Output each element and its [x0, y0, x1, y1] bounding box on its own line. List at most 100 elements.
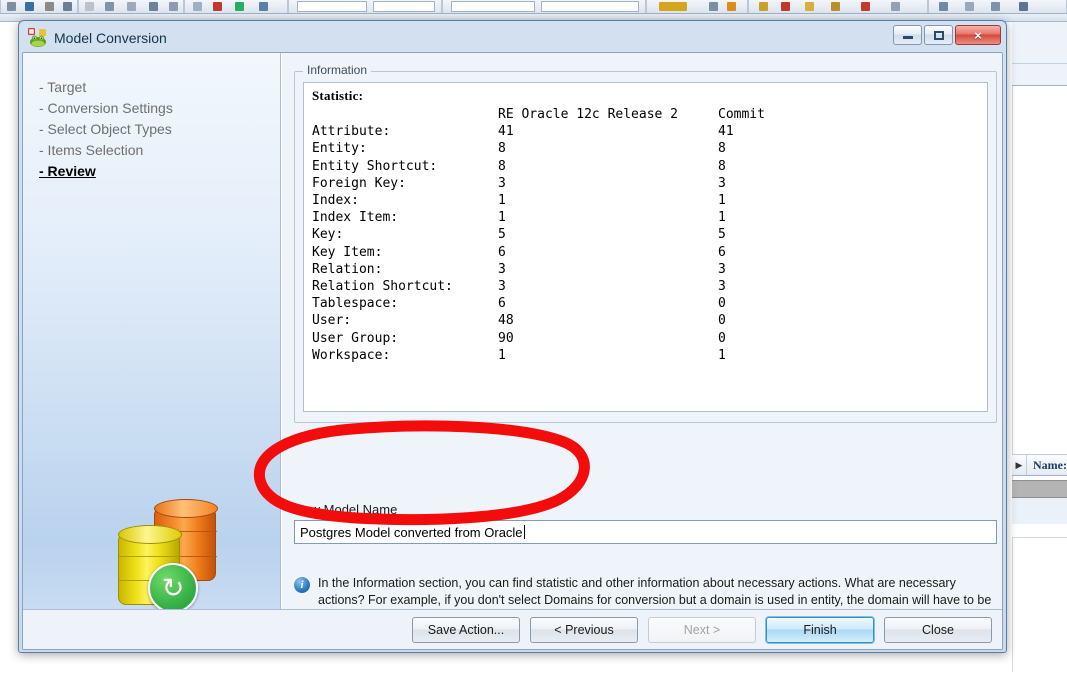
wizard-sidebar: - Target - Conversion Settings - Select … — [23, 53, 281, 613]
toolbar-icon[interactable] — [759, 2, 768, 11]
toolbar-icon[interactable] — [709, 2, 718, 11]
toolbar-icon[interactable] — [213, 2, 222, 11]
table-row: Foreign Key: 3 3 — [312, 175, 987, 192]
row-label: Key: — [312, 227, 344, 243]
table-row: Key Item: 6 6 — [312, 244, 987, 261]
row-commit: 6 — [718, 244, 726, 260]
model-conversion-dialog: Model Conversion × - Target - Conversion… — [18, 20, 1007, 653]
right-panel-row[interactable] — [1012, 498, 1067, 524]
new-model-name-value: Postgres Model converted from Oracle — [300, 524, 523, 540]
sidebar-item-conversion-settings[interactable]: - Conversion Settings — [39, 98, 280, 119]
dialog-client-area: - Target - Conversion Settings - Select … — [22, 52, 1003, 650]
sidebar-item-review[interactable]: - Review — [39, 161, 280, 182]
row-label: Attribute: — [312, 124, 391, 140]
toolbar-icon[interactable] — [259, 2, 268, 11]
table-row: Entity: 8 8 — [312, 140, 987, 157]
toolbar-field[interactable] — [541, 1, 639, 12]
toolbar-group[interactable] — [0, 0, 78, 13]
row-commit: 3 — [718, 175, 726, 191]
right-panel-section-second — [1012, 64, 1067, 86]
save-action-button[interactable]: Save Action... — [412, 617, 520, 643]
toolbar-icon[interactable] — [805, 2, 814, 11]
sidebar-item-select-object-types[interactable]: - Select Object Types — [39, 119, 280, 140]
row-commit: 0 — [718, 313, 726, 329]
close-button[interactable]: Close — [884, 617, 992, 643]
toolbar-field[interactable] — [451, 1, 535, 12]
statistic-panel[interactable]: Statistic: RE Oracle 12c Release 2 Commi… — [303, 82, 988, 412]
row-label: Relation Shortcut: — [312, 279, 453, 295]
table-row: User: 48 0 — [312, 312, 987, 329]
row-commit: 0 — [718, 296, 726, 312]
row-source: 3 — [498, 175, 506, 191]
toolbar-icon[interactable] — [63, 2, 72, 11]
toolbar-icon[interactable] — [7, 2, 16, 11]
next-button: Next > — [648, 617, 756, 643]
row-label: Relation: — [312, 261, 383, 277]
toolbar-icon[interactable] — [781, 2, 790, 11]
row-source: 1 — [498, 193, 506, 209]
row-commit: 5 — [718, 227, 726, 243]
toolbar-icon[interactable] — [149, 2, 158, 11]
toolbar-group[interactable] — [442, 0, 646, 13]
minimize-icon — [902, 36, 913, 39]
right-panel-column-header[interactable]: ▶ Name: — [1012, 454, 1067, 476]
minimize-button[interactable] — [893, 25, 922, 45]
previous-button[interactable]: < Previous — [530, 617, 638, 643]
table-row: Relation: 3 3 — [312, 261, 987, 278]
toolbar-icon[interactable] — [991, 2, 1000, 11]
toolbar-icon[interactable] — [1019, 2, 1028, 11]
toolbar-icon[interactable] — [891, 2, 900, 11]
toolbar-icon[interactable] — [85, 2, 94, 11]
row-label: Index Item: — [312, 210, 399, 226]
toolbar-icon[interactable] — [127, 2, 136, 11]
toolbar-icon[interactable] — [965, 2, 974, 11]
finish-button[interactable]: Finish — [765, 616, 875, 644]
toolbar-icon[interactable] — [659, 2, 687, 11]
statistic-table: RE Oracle 12c Release 2 Commit Attribute… — [312, 106, 987, 364]
expand-arrow-icon[interactable]: ▶ — [1012, 455, 1028, 475]
toolbar-group[interactable] — [288, 0, 442, 13]
toolbar-field[interactable] — [373, 1, 435, 12]
toolbar-icon[interactable] — [861, 2, 870, 11]
toolbar-icon[interactable] — [939, 2, 948, 11]
row-source: 1 — [498, 210, 506, 226]
toolbar-group[interactable] — [78, 0, 184, 13]
sync-refresh-icon: ↻ — [148, 563, 198, 613]
toolbar-icon[interactable] — [193, 2, 202, 11]
new-model-name-input[interactable]: Postgres Model converted from Oracle — [294, 520, 997, 544]
toolbar-group[interactable] — [646, 0, 748, 13]
toolbar-group[interactable] — [928, 0, 1067, 13]
row-source: 3 — [498, 279, 506, 295]
right-panel-row[interactable] — [1012, 524, 1067, 538]
toolbar-icon[interactable] — [727, 2, 736, 11]
sidebar-item-items-selection[interactable]: - Items Selection — [39, 140, 280, 161]
table-row: Tablespace: 6 0 — [312, 295, 987, 312]
toolbar-group[interactable] — [184, 0, 288, 13]
maximize-button[interactable] — [924, 25, 953, 45]
toolbar-icon[interactable] — [169, 2, 178, 11]
toolbar-group[interactable] — [748, 0, 928, 13]
row-label: Workspace: — [312, 347, 391, 363]
wizard-content-panel: Information Statistic: RE Oracle 12c Rel… — [282, 53, 1002, 623]
label-part-before: New M — [294, 502, 335, 517]
toolbar-icon[interactable] — [25, 2, 34, 11]
right-panel-selected-row[interactable] — [1012, 480, 1067, 498]
statistic-title: Statistic: — [312, 88, 364, 103]
toad-frog-icon — [28, 28, 48, 48]
toolbar-icon[interactable] — [105, 2, 114, 11]
table-row: Relation Shortcut: 3 3 — [312, 278, 987, 295]
toolbar-icon[interactable] — [235, 2, 244, 11]
column-header-name: Name: — [1033, 457, 1067, 472]
row-commit: 3 — [718, 279, 726, 295]
row-commit: 8 — [718, 141, 726, 157]
row-commit: 1 — [718, 193, 726, 209]
sidebar-item-target[interactable]: - Target — [39, 77, 280, 98]
dialog-button-bar: Save Action... < Previous Next > Finish … — [23, 609, 1002, 649]
close-window-button[interactable]: × — [955, 25, 1001, 45]
label-part-after: del Name — [341, 502, 398, 517]
toolbar-icon[interactable] — [831, 2, 840, 11]
toolbar-icon[interactable] — [45, 2, 54, 11]
toolbar-field[interactable] — [297, 1, 367, 12]
row-source: 48 — [498, 313, 514, 329]
dialog-title-bar[interactable]: Model Conversion × — [22, 24, 1003, 52]
